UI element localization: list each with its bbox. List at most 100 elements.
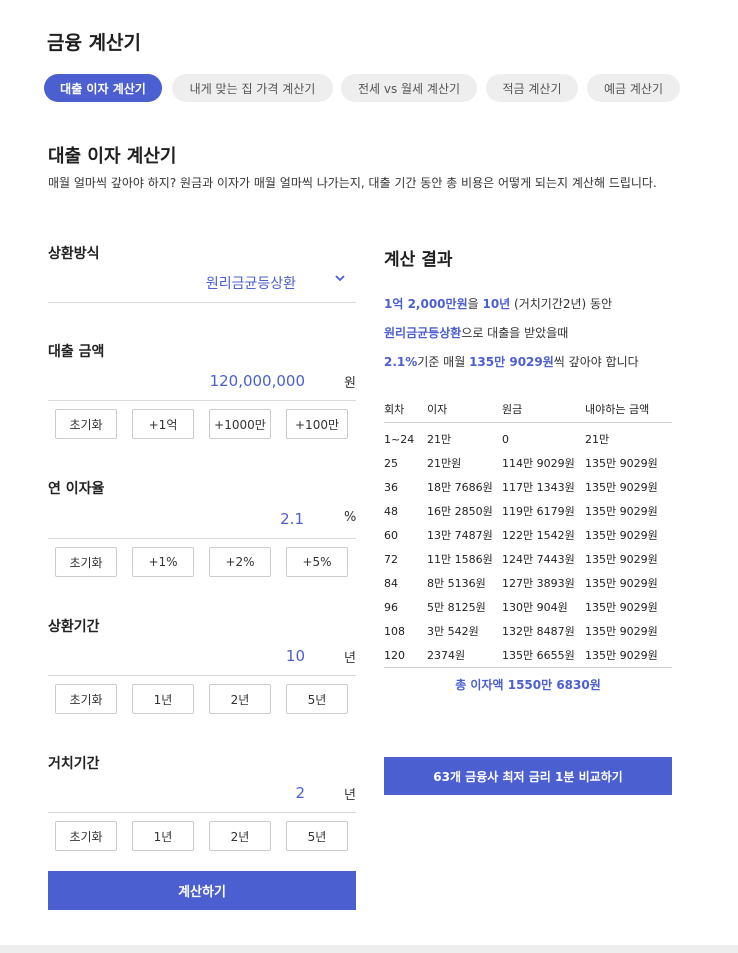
table-cell: 130만 904원	[502, 601, 568, 614]
divider	[48, 675, 356, 676]
divider	[48, 538, 356, 539]
table-cell: 135만 6655원	[502, 643, 585, 668]
table-cell: 135만 9029원	[585, 553, 658, 566]
footer-band	[0, 945, 738, 953]
interest-rate-add-5-button[interactable]: +5%	[286, 547, 348, 577]
table-row: 48 16만 2850원 119만 6179원 135만 9029원	[384, 499, 672, 523]
tab-deposit[interactable]: 예금 계산기	[587, 74, 680, 102]
column-header-payment: 내야하는 금액	[585, 396, 672, 423]
table-row: 84 8만 5136원 127만 3893원 135만 9029원	[384, 571, 672, 595]
chevron-down-icon[interactable]	[332, 270, 348, 286]
table-row: 36 18만 7686원 117만 1343원 135만 9029원	[384, 475, 672, 499]
loan-amount-reset-button[interactable]: 초기화	[55, 409, 117, 439]
term-input[interactable]	[48, 646, 305, 666]
total-interest: 총 이자액 1550만 6830원	[455, 678, 601, 692]
table-row: 1~24 21만 0 21만	[384, 423, 672, 452]
tab-jeonse-vs-wolse[interactable]: 전세 vs 월세 계산기	[341, 74, 477, 102]
grace-label: 거치기간	[48, 756, 100, 772]
table-cell: 96	[384, 600, 398, 614]
table-cell: 36	[384, 480, 398, 494]
table-cell: 117만 1343원	[502, 481, 575, 494]
term-2y-button[interactable]: 2년	[209, 684, 271, 714]
divider	[48, 400, 356, 401]
section-title: 대출 이자 계산기	[48, 146, 177, 167]
summary-line-1: 1억 2,000만원을 10년 (거치기간2년) 동안	[384, 295, 612, 312]
summary-term: 10년	[482, 297, 511, 311]
grace-input[interactable]	[48, 783, 305, 803]
table-cell: 135만 9029원	[585, 505, 658, 518]
compare-rates-button[interactable]: 63개 금융사 최저 금리 1분 비교하기	[384, 757, 672, 795]
summary-text: 씩 갚아야 합니다	[553, 355, 639, 369]
table-row: 108 3만 542원 132만 8487원 135만 9029원	[384, 619, 672, 643]
table-cell: 135만 9029원	[585, 481, 658, 494]
table-cell: 13만 7487원	[427, 529, 493, 542]
summary-method: 원리금균등상환	[384, 326, 462, 340]
grace-1y-button[interactable]: 1년	[132, 821, 194, 851]
table-cell: 0	[502, 432, 509, 446]
table-cell: 135만 9029원	[585, 601, 658, 614]
grace-reset-button[interactable]: 초기화	[55, 821, 117, 851]
term-5y-button[interactable]: 5년	[286, 684, 348, 714]
loan-amount-add-1m-button[interactable]: +100만	[286, 409, 348, 439]
term-reset-button[interactable]: 초기화	[55, 684, 117, 714]
table-cell: 108	[384, 624, 405, 638]
table-cell: 18만 7686원	[427, 481, 493, 494]
column-header-principal: 원금	[502, 396, 585, 423]
table-cell: 21만원	[427, 457, 462, 470]
table-header-row: 회차 이자 원금 내야하는 금액	[384, 396, 672, 423]
summary-line-2: 원리금균등상환으로 대출을 받았을때	[384, 324, 568, 341]
loan-amount-add-100m-button[interactable]: +1억	[132, 409, 194, 439]
divider	[48, 812, 356, 813]
table-cell: 11만 1586원	[427, 553, 493, 566]
loan-amount-add-10m-button[interactable]: +1000만	[209, 409, 271, 439]
loan-amount-input[interactable]	[48, 371, 305, 391]
summary-text: (거치기간2년) 동안	[510, 297, 613, 311]
table-cell: 21만	[427, 433, 452, 446]
term-1y-button[interactable]: 1년	[132, 684, 194, 714]
result-title: 계산 결과	[384, 250, 453, 270]
table-cell: 5만 8125원	[427, 601, 486, 614]
table-cell: 124만 7443원	[502, 553, 575, 566]
table-cell: 114만 9029원	[502, 457, 575, 470]
table-cell: 8만 5136원	[427, 577, 486, 590]
repayment-method-label: 상환방식	[48, 246, 100, 262]
repayment-schedule-table: 회차 이자 원금 내야하는 금액 1~24 21만 0 21만 25 21만원 114만 …	[384, 396, 672, 668]
tab-loan-interest[interactable]: 대출 이자 계산기	[44, 74, 162, 102]
interest-rate-input[interactable]	[48, 509, 304, 529]
table-row: 96 5만 8125원 130만 904원 135만 9029원	[384, 595, 672, 619]
summary-text: 으로 대출을 받았을때	[461, 326, 569, 340]
table-cell: 119만 6179원	[502, 505, 575, 518]
divider	[48, 302, 356, 303]
summary-text: 을	[467, 297, 483, 311]
table-row: 60 13만 7487원 122만 1542원 135만 9029원	[384, 523, 672, 547]
grace-2y-button[interactable]: 2년	[209, 821, 271, 851]
interest-rate-reset-button[interactable]: 초기화	[55, 547, 117, 577]
interest-rate-add-2-button[interactable]: +2%	[209, 547, 271, 577]
table-cell: 72	[384, 552, 398, 566]
summary-line-3: 2.1%기준 매월 135만 9029원씩 갚아야 합니다	[384, 353, 639, 370]
table-cell: 21만	[585, 433, 610, 446]
repayment-method-select[interactable]: 원리금균등상환	[48, 273, 296, 293]
term-unit: 년	[344, 651, 356, 666]
summary-rate: 2.1%	[384, 355, 418, 369]
grace-5y-button[interactable]: 5년	[286, 821, 348, 851]
tab-installment-savings[interactable]: 적금 계산기	[486, 74, 578, 102]
summary-text: 기준 매월	[417, 355, 470, 369]
calculate-button[interactable]: 계산하기	[48, 871, 356, 910]
interest-rate-label: 연 이자율	[48, 481, 105, 497]
loan-amount-unit: 원	[344, 376, 356, 391]
table-cell: 60	[384, 528, 398, 542]
table-cell: 48	[384, 504, 398, 518]
table-cell: 25	[384, 456, 398, 470]
table-cell: 84	[384, 576, 398, 590]
table-cell: 135만 9029원	[585, 577, 658, 590]
column-header-installment: 회차	[384, 396, 427, 423]
summary-loan-amount: 1억 2,000만원	[384, 297, 468, 311]
table-cell: 3만 542원	[427, 625, 479, 638]
app-title: 금융 계산기	[47, 32, 142, 54]
tab-house-price[interactable]: 내게 맞는 집 가격 계산기	[172, 74, 333, 102]
table-cell: 122만 1542원	[502, 529, 575, 542]
table-row: 25 21만원 114만 9029원 135만 9029원	[384, 451, 672, 475]
table-cell: 132만 8487원	[502, 625, 575, 638]
interest-rate-add-1-button[interactable]: +1%	[132, 547, 194, 577]
